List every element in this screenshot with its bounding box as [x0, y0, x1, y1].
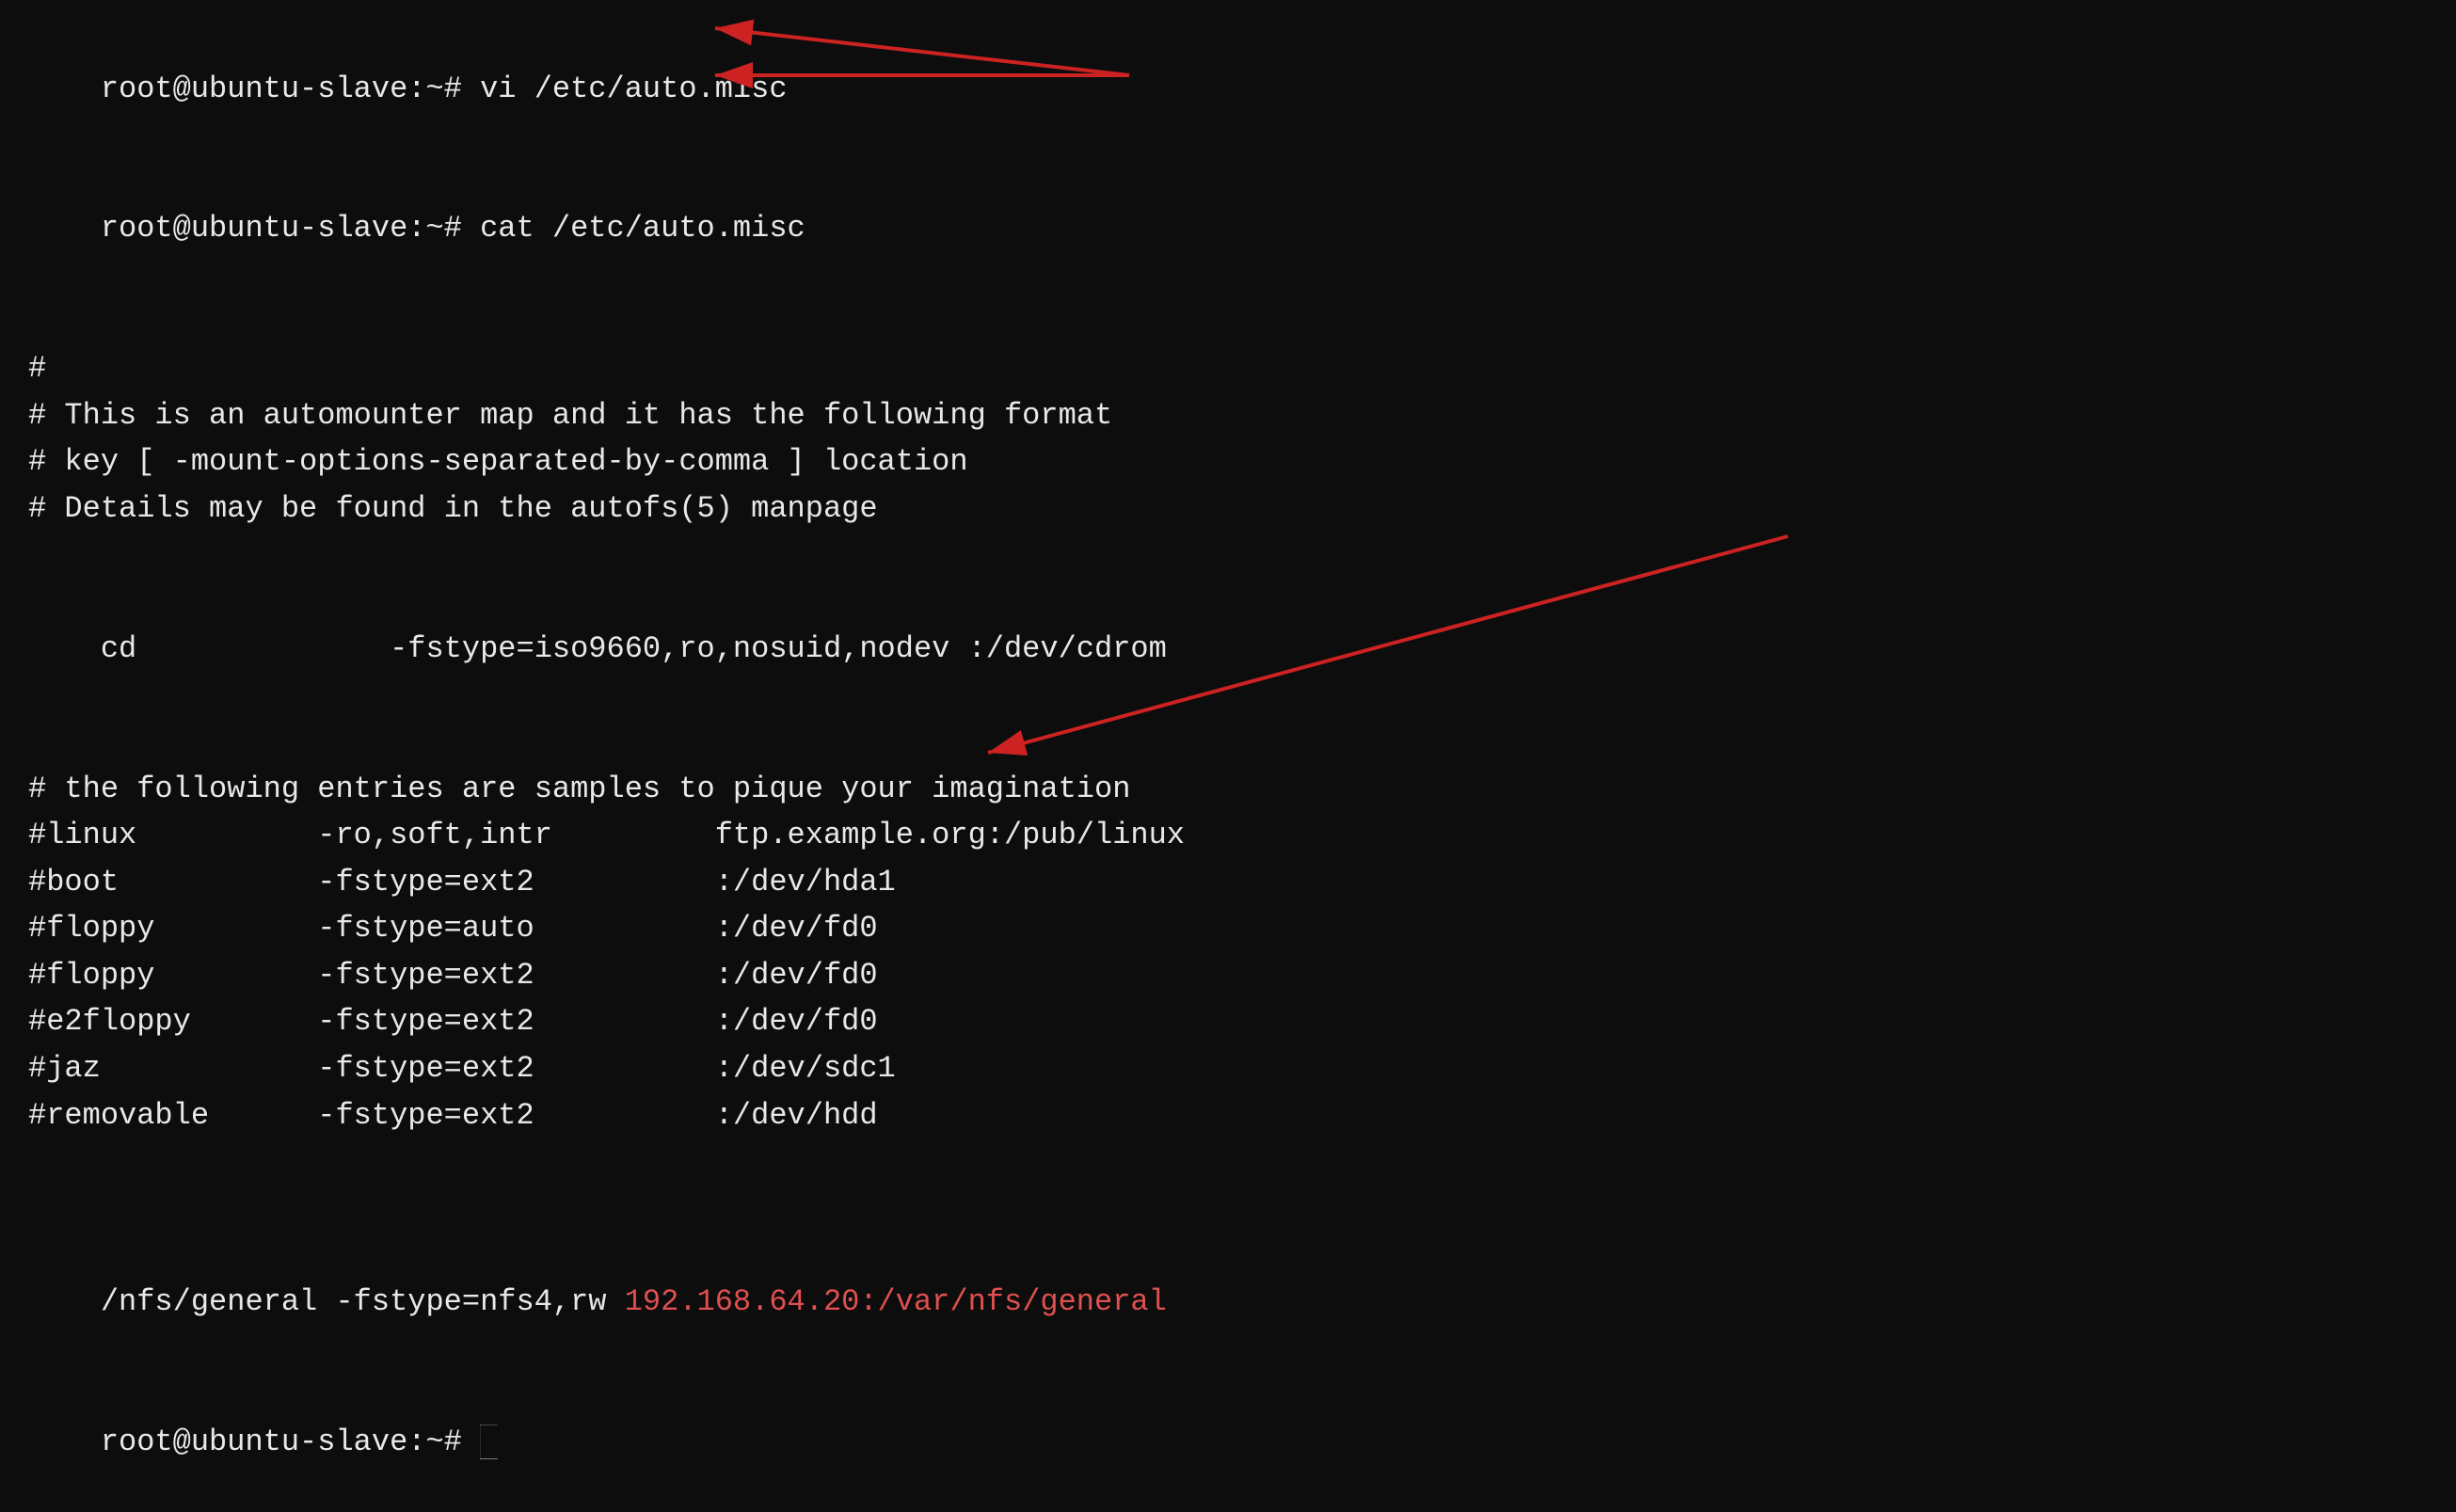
- line-linux: #linux -ro,soft,intr ftp.example.org:/pu…: [28, 812, 2428, 859]
- blank-4: [28, 1138, 2428, 1186]
- line-floppy-ext2: #floppy -fstype=ext2 :/dev/fd0: [28, 952, 2428, 999]
- blank-5: [28, 1186, 2428, 1233]
- line-boot: #boot -fstype=ext2 :/dev/hda1: [28, 859, 2428, 906]
- line-comment-1: #: [28, 345, 2428, 392]
- prompt-2: root@ubuntu-slave:~# cat /etc/auto.misc: [101, 211, 805, 246]
- line-2: root@ubuntu-slave:~# cat /etc/auto.misc: [28, 159, 2428, 299]
- blank-2: [28, 533, 2428, 580]
- terminal-window: root@ubuntu-slave:~# vi /etc/auto.misc r…: [0, 0, 2456, 894]
- line-floppy-auto: #floppy -fstype=auto :/dev/fd0: [28, 905, 2428, 952]
- nfs-ip-path: 192.168.64.20:/var/nfs/general: [625, 1284, 1167, 1319]
- line-final-prompt: root@ubuntu-slave:~# █: [28, 1372, 2428, 1512]
- line-e2floppy: #e2floppy -fstype=ext2 :/dev/fd0: [28, 998, 2428, 1045]
- line-nfs: /nfs/general -fstype=nfs4,rw 192.168.64.…: [28, 1232, 2428, 1372]
- line-removable: #removable -fstype=ext2 :/dev/hdd: [28, 1092, 2428, 1139]
- cursor: █: [480, 1424, 498, 1459]
- final-prompt-text: root@ubuntu-slave:~#: [101, 1424, 480, 1459]
- line-jaz: #jaz -fstype=ext2 :/dev/sdc1: [28, 1045, 2428, 1092]
- line-1: root@ubuntu-slave:~# vi /etc/auto.misc: [28, 19, 2428, 159]
- cd-line-text: cd -fstype=iso9660,ro,nosuid,nodev :/dev…: [101, 631, 1167, 666]
- line-comment-4: # Details may be found in the autofs(5) …: [28, 485, 2428, 533]
- blank-1: [28, 299, 2428, 346]
- line-comment-2: # This is an automounter map and it has …: [28, 392, 2428, 439]
- line-comment-3: # key [ -mount-options-separated-by-comm…: [28, 438, 2428, 485]
- line-samples-header: # the following entries are samples to p…: [28, 766, 2428, 813]
- nfs-prefix: /nfs/general -fstype=nfs4,rw: [101, 1284, 625, 1319]
- blank-3: [28, 719, 2428, 766]
- prompt-1: root@ubuntu-slave:~# vi /etc/auto.misc: [101, 72, 788, 106]
- line-cd: cd -fstype=iso9660,ro,nosuid,nodev :/dev…: [28, 579, 2428, 719]
